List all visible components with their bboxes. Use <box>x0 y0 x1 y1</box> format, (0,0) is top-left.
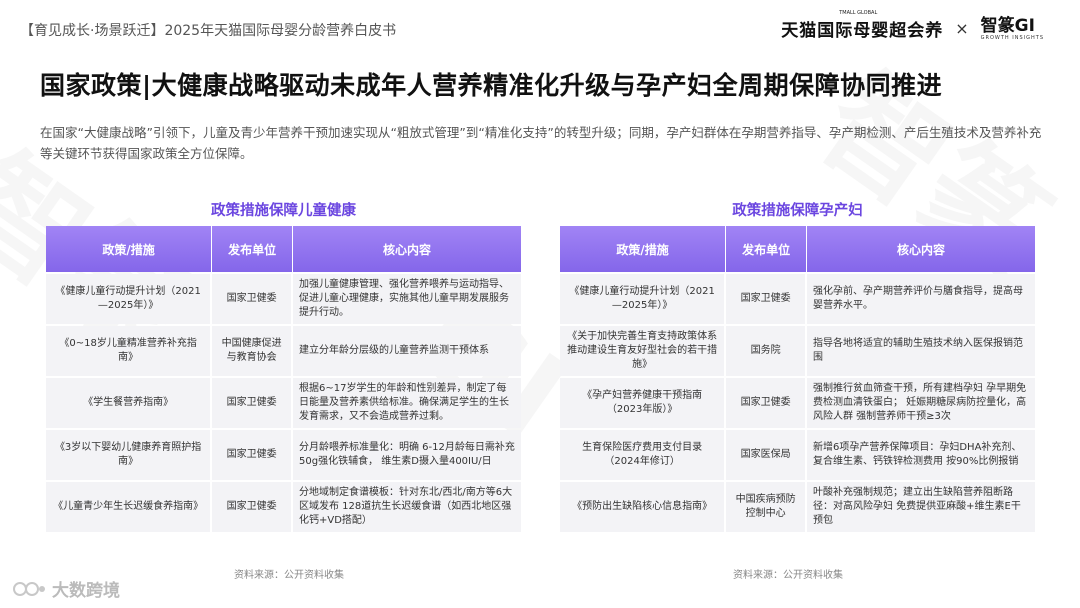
brand-mark-icon <box>12 580 46 598</box>
table-row: 《儿童青少年生长迟缓食养指南》 国家卫健委 分地域制定食谱模板：针对东北/西北/… <box>46 482 521 532</box>
policy-cell: 《关于加快完善生育支持政策体系推动建设生育友好型社会的若干措施》 <box>560 326 727 376</box>
table-row: 《0~18岁儿童精准营养补充指南》 中国健康促进与教育协会 建立分年龄分层级的儿… <box>46 326 521 376</box>
content-cell: 分地域制定食谱模板：针对东北/西北/南方等6大区域发布 128道抗生长迟缓食谱（… <box>293 482 521 532</box>
children-policy-table: 政策/措施 发布单位 核心内容 《健康儿童行动提升计划（2021—2025年）》… <box>46 224 521 534</box>
policy-cell: 《3岁以下婴幼儿健康养育照护指南》 <box>46 430 213 480</box>
page-title: 国家政策|大健康战略驱动未成年人营养精准化升级与孕产妇全周期保障协同推进 <box>40 71 943 100</box>
footer-brand: 大数跨境 <box>12 576 120 601</box>
issuer-cell: 国家卫健委 <box>212 274 293 324</box>
content-cell: 建立分年龄分层级的儿童营养监测干预体系 <box>293 326 521 376</box>
content-cell: 加强儿童健康管理、强化营养喂养与运动指导、促进儿童心理健康，实施其他儿童早期发展… <box>293 274 521 324</box>
issuer-cell: 国家卫健委 <box>212 482 293 532</box>
table-row: 《关于加快完善生育支持政策体系推动建设生育友好型社会的若干措施》 国务院 指导各… <box>560 326 1035 376</box>
policy-cell: 《健康儿童行动提升计划（2021—2025年）》 <box>560 274 727 324</box>
policy-cell: 《0~18岁儿童精准营养补充指南》 <box>46 326 213 376</box>
column-header: 发布单位 <box>212 226 293 272</box>
zg-logo: 智篆GI GROWTH INSIGHTS <box>981 17 1044 41</box>
issuer-cell: 国家卫健委 <box>212 378 293 428</box>
times-sign: × <box>955 19 969 38</box>
table-row: 《健康儿童行动提升计划（2021—2025年）》 国家卫健委 强化孕前、孕产期营… <box>560 274 1035 324</box>
source-note: 资料来源：公开资料收集 <box>733 570 843 581</box>
content-cell: 新增6项孕产营养保障项目：孕妇DHA补充剂、复合维生素、钙铁锌检测费用 按90%… <box>807 430 1035 480</box>
policy-cell: 《学生餐营养指南》 <box>46 378 213 428</box>
column-header: 核心内容 <box>807 226 1035 272</box>
issuer-cell: 国务院 <box>726 326 807 376</box>
policy-cell: 《预防出生缺陷核心信息指南》 <box>560 482 727 532</box>
table-row: 生育保险医疗费用支付目录（2024年修订） 国家医保局 新增6项孕产营养保障项目… <box>560 430 1035 480</box>
zg-logo-text: 智篆GI <box>980 15 1035 36</box>
tmall-logo: TMALL GLOBAL 天猫国际母婴超会养 <box>781 10 944 41</box>
table-row: 《健康儿童行动提升计划（2021—2025年）》 国家卫健委 加强儿童健康管理、… <box>46 274 521 324</box>
issuer-cell: 国家医保局 <box>726 430 807 480</box>
page: 智篆 GI 智篆 【育见成长·场景跃迁】2025年天猫国际母婴分龄营养白皮书 T… <box>0 0 1080 608</box>
maternal-policy-table: 政策/措施 发布单位 核心内容 《健康儿童行动提升计划（2021—2025年）》… <box>560 224 1035 534</box>
table-row: 《3岁以下婴幼儿健康养育照护指南》 国家卫健委 分月龄喂养标准量化：明确 6-1… <box>46 430 521 480</box>
column-header: 发布单位 <box>726 226 807 272</box>
table-row: 《孕产妇营养健康干预指南（2023年版）》 国家卫健委 强制推行贫血筛查干预，所… <box>560 378 1035 428</box>
tmall-logo-text: 天猫国际母婴超会养 <box>781 21 944 41</box>
maternal-policy-panel: 政策措施保障孕产妇 政策/措施 发布单位 核心内容 《健康儿童行动提升计划（20… <box>560 200 1035 534</box>
content-cell: 叶酸补充强制规范；建立出生缺陷营养阻断路径：对高风险孕妇 免费提供亚麻酸+维生素… <box>807 482 1035 532</box>
table-row: 《学生餐营养指南》 国家卫健委 根据6~17岁学生的年龄和性别差异，制定了每日能… <box>46 378 521 428</box>
panel-title: 政策措施保障孕产妇 <box>732 203 863 219</box>
children-policy-panel: 政策措施保障儿童健康 政策/措施 发布单位 核心内容 《健康儿童行动提升计划（2… <box>46 200 521 534</box>
policy-cell: 生育保险医疗费用支付目录（2024年修订） <box>560 430 727 480</box>
logo-group: TMALL GLOBAL 天猫国际母婴超会养 × 智篆GI GROWTH INS… <box>781 10 1044 41</box>
column-header: 政策/措施 <box>560 226 727 272</box>
report-title: 【育见成长·场景跃迁】2025年天猫国际母婴分龄营养白皮书 <box>20 23 397 39</box>
intro-paragraph: 在国家“大健康战略”引领下，儿童及青少年营养干预加速实现从“粗放式管理”到“精准… <box>40 125 1042 161</box>
column-header: 核心内容 <box>293 226 521 272</box>
content-cell: 分月龄喂养标准量化：明确 6-12月龄每日需补充50g强化铁辅食， 维生素D摄入… <box>293 430 521 480</box>
content-cell: 强化孕前、孕产期营养评价与膳食指导，提高母婴营养水平。 <box>807 274 1035 324</box>
report-header: 【育见成长·场景跃迁】2025年天猫国际母婴分龄营养白皮书 <box>20 20 396 40</box>
issuer-cell: 国家卫健委 <box>212 430 293 480</box>
zg-logo-tag: GROWTH INSIGHTS <box>980 34 1044 41</box>
content-cell: 强制推行贫血筛查干预，所有建档孕妇 孕早期免费检测血清铁蛋白； 妊娠期糖尿病防控… <box>807 378 1035 428</box>
table-row: 《预防出生缺陷核心信息指南》 中国疾病预防控制中心 叶酸补充强制规范；建立出生缺… <box>560 482 1035 532</box>
source-note: 资料来源：公开资料收集 <box>234 570 344 581</box>
tmall-logo-sub: TMALL GLOBAL <box>839 10 878 16</box>
issuer-cell: 中国健康促进与教育协会 <box>212 326 293 376</box>
content-cell: 指导各地将适宜的辅助生殖技术纳入医保报销范围 <box>807 326 1035 376</box>
issuer-cell: 中国疾病预防控制中心 <box>726 482 807 532</box>
policy-cell: 《健康儿童行动提升计划（2021—2025年）》 <box>46 274 213 324</box>
panel-title: 政策措施保障儿童健康 <box>211 203 356 219</box>
column-header: 政策/措施 <box>46 226 213 272</box>
issuer-cell: 国家卫健委 <box>726 274 807 324</box>
policy-cell: 《儿童青少年生长迟缓食养指南》 <box>46 482 213 532</box>
content-cell: 根据6~17岁学生的年龄和性别差异，制定了每日能量及营养素供给标准。确保满足学生… <box>293 378 521 428</box>
policy-cell: 《孕产妇营养健康干预指南（2023年版）》 <box>560 378 727 428</box>
issuer-cell: 国家卫健委 <box>726 378 807 428</box>
footer-brand-text: 大数跨境 <box>52 581 120 601</box>
